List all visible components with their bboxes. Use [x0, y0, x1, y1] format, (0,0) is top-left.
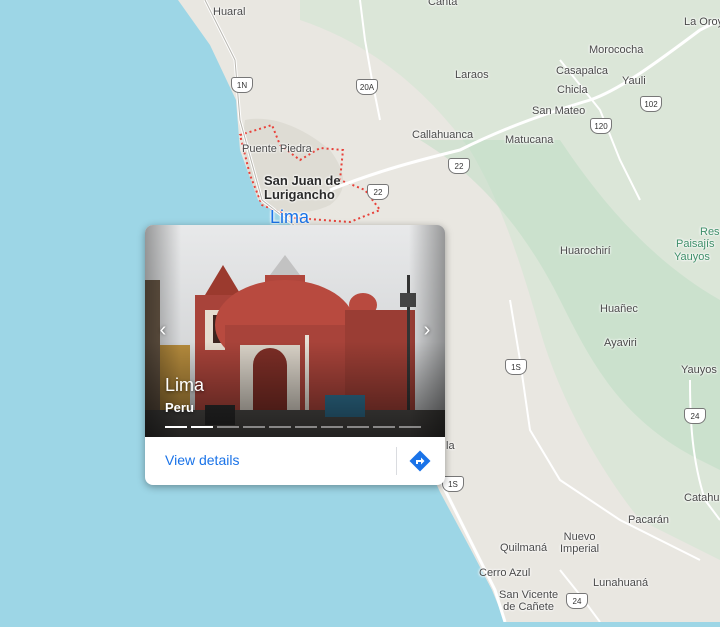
map-label-pacaran: Pacarán [628, 514, 669, 526]
photo-indicator-dot[interactable] [373, 426, 395, 428]
map-label-partial-la: la [446, 440, 455, 452]
map-label-la-oroya: La Oroy [684, 16, 720, 28]
chevron-right-icon: › [423, 318, 431, 341]
map-label-huarochiri: Huarochirí [560, 245, 611, 257]
directions-button[interactable] [408, 449, 432, 473]
map-label-san-juan-de-lurigancho: San Juan de Lurigancho [264, 173, 341, 202]
chevron-left-icon: ‹ [159, 318, 167, 341]
map-label-yauli: Yauli [622, 75, 646, 87]
place-photo[interactable]: ‹ › Lima Peru [145, 225, 445, 437]
road-shield-22: 22 [448, 158, 470, 174]
map-label-laraos: Laraos [455, 69, 489, 81]
place-card[interactable]: ‹ › Lima Peru View details [145, 225, 445, 485]
photo-indicator-dot[interactable] [243, 426, 265, 428]
map-label-casapalca: Casapalca [556, 65, 608, 77]
road-shield-24: 24 [684, 408, 706, 424]
map-label-quilmana: Quilmaná [500, 542, 548, 554]
road-shield-102: 102 [640, 96, 662, 112]
map-label-chicla: Chicla [557, 84, 588, 96]
map-label-matucana: Matucana [505, 134, 554, 146]
map-label-puente-piedra: Puente Piedra [242, 143, 312, 155]
photo-prev-button[interactable]: ‹ [151, 318, 175, 342]
photo-indicator-dot[interactable] [269, 426, 291, 428]
place-subtitle: Peru [165, 400, 194, 415]
map-label-huaral: Huaral [213, 6, 246, 18]
map-label-san-mateo: San Mateo [532, 105, 586, 117]
place-title: Lima [165, 375, 205, 395]
photo-indicator-dot[interactable] [217, 426, 239, 428]
road-shield-20a: 20A [356, 79, 378, 95]
map-label-canta: Canta [428, 0, 458, 8]
map-label-reserve-1: Res [700, 226, 720, 238]
map-label-morococha: Morococha [589, 44, 644, 56]
photo-indicator-dot[interactable] [399, 426, 421, 428]
photo-indicator-dot[interactable] [191, 426, 213, 428]
view-details-link[interactable]: View details [165, 452, 239, 468]
footer-divider [396, 447, 397, 475]
map-label-ayaviri: Ayaviri [604, 337, 637, 349]
photo-indicator-dot[interactable] [165, 426, 187, 428]
map-label-cerro-azul: Cerro Azul [479, 567, 531, 579]
road-shield-1s: 1S [505, 359, 527, 375]
map-label-reserve-3: Yauyos [674, 251, 710, 263]
place-card-footer: View details [145, 437, 445, 485]
photo-indicator-dot[interactable] [347, 426, 369, 428]
road-shield-22-b: 22 [367, 184, 389, 200]
map-label-san-vicente-de-canete: San Vicente de Cañete [499, 589, 559, 613]
photo-indicator-dot[interactable] [321, 426, 343, 428]
map-label-yauyos: Yauyos [681, 364, 717, 376]
road-shield-1n: 1N [231, 77, 253, 93]
road-shield-24-b: 24 [566, 593, 588, 609]
map-label-huanec: Huañec [600, 303, 638, 315]
photo-indicator-dot[interactable] [295, 426, 317, 428]
map-label-callahuanca: Callahuanca [412, 129, 474, 141]
map-label-reserve-2: Paisajís [676, 238, 715, 250]
road-shield-1s-b: 1S [442, 476, 464, 492]
map-label-catahuasi: Catahu [684, 492, 720, 504]
map-label-lunahuana: Lunahuaná [593, 577, 649, 589]
photo-next-button[interactable]: › [415, 318, 439, 342]
directions-icon [409, 450, 431, 472]
photo-pagination [165, 426, 421, 428]
road-shield-120: 120 [590, 118, 612, 134]
map-label-nuevo-imperial: Nuevo Imperial [560, 531, 600, 555]
map-label-lima[interactable]: Lima [270, 208, 309, 226]
